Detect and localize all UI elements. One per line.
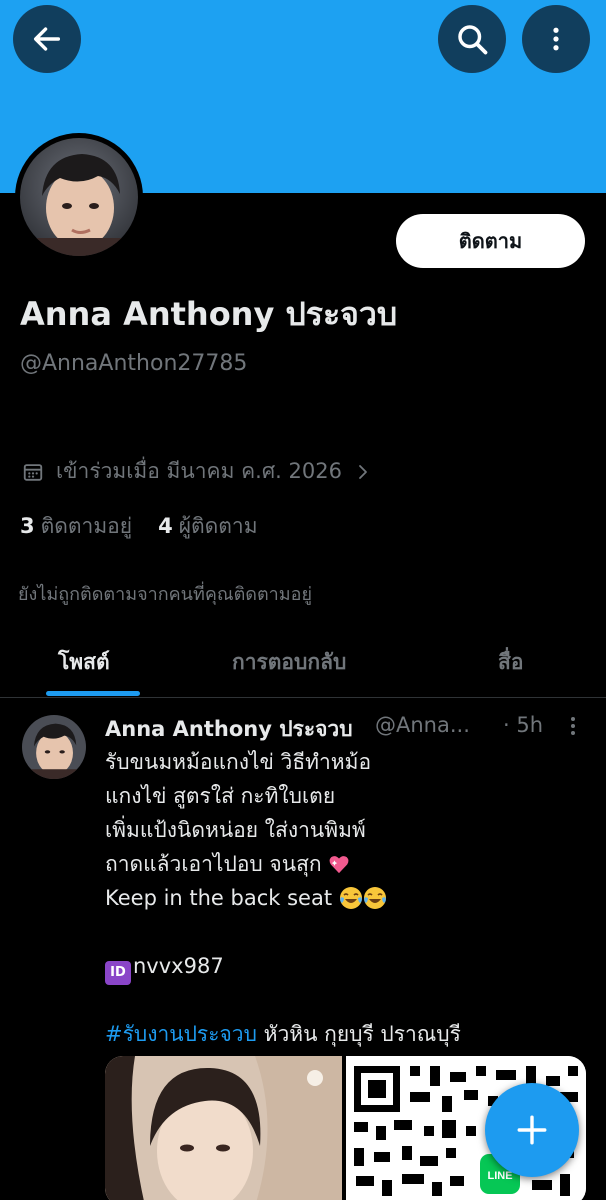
search-icon bbox=[458, 25, 488, 55]
followers-label: ผู้ติดตาม bbox=[178, 514, 258, 538]
line-logo-text: LINE bbox=[487, 1170, 512, 1182]
arrow-left-icon bbox=[33, 27, 61, 51]
photo-image bbox=[105, 1056, 342, 1200]
post-author-name[interactable]: Anna Anthony ประจวบ bbox=[105, 713, 353, 746]
more-vertical-icon bbox=[553, 27, 559, 51]
post-timestamp: · 5h bbox=[503, 713, 544, 737]
search-button[interactable] bbox=[438, 5, 506, 73]
followers-link[interactable]: 4 ผู้ติดตาม bbox=[158, 510, 257, 543]
post-text: รับขนมหม้อแกงไข่ วิธีทำหม้อ แกงไข่ สูตรใ… bbox=[105, 745, 575, 1051]
tab-posts[interactable]: โพสต์ bbox=[58, 646, 110, 679]
avatar-image bbox=[20, 138, 138, 256]
post-author-handle[interactable]: @Anna... bbox=[375, 713, 470, 737]
post-line: เพิ่มแป้งนิดหน่อย ใส่งานพิมพ์ bbox=[105, 818, 366, 842]
joined-date-text: เข้าร่วมเมื่อ มีนาคม ค.ศ. 2026 bbox=[56, 459, 342, 483]
post-line: ID nvvx987 bbox=[105, 949, 575, 985]
calendar-icon bbox=[23, 463, 43, 481]
sparkling-heart-icon bbox=[329, 856, 349, 874]
more-options-button[interactable] bbox=[522, 5, 590, 73]
tears-of-joy-icon bbox=[339, 887, 362, 909]
not-followed-note: ยังไม่ถูกติดตามจากคนที่คุณติดตามอยู่ bbox=[18, 584, 312, 605]
post-avatar[interactable] bbox=[22, 715, 86, 779]
plus-icon bbox=[517, 1115, 547, 1145]
following-label: ติดตามอยู่ bbox=[40, 514, 133, 538]
avatar-image bbox=[22, 715, 86, 779]
profile-tabs: โพสต์ การตอบกลับ สื่อ bbox=[0, 628, 606, 698]
post-line: รับขนมหม้อแกงไข่ วิธีทำหม้อ bbox=[105, 750, 372, 774]
hashtag-link[interactable]: #รับงานประจวบ bbox=[105, 1022, 257, 1046]
active-tab-indicator bbox=[46, 691, 140, 696]
post-line: Keep in the back seat bbox=[105, 881, 575, 915]
post-locations: หัวหิน กุยบุรี ปราณบุรี bbox=[256, 1022, 461, 1046]
profile-avatar[interactable] bbox=[15, 133, 143, 261]
follow-button[interactable]: ติดตาม bbox=[396, 214, 585, 268]
profile-handle: @AnnaAnthon27785 bbox=[20, 351, 248, 376]
post-header: Anna Anthony ประจวบ @Anna... · 5h bbox=[105, 713, 585, 743]
profile-display-name: Anna Anthony ประจวบ bbox=[20, 295, 398, 333]
compose-post-button[interactable] bbox=[485, 1083, 579, 1177]
following-link[interactable]: 3 ติดตามอยู่ bbox=[20, 510, 132, 543]
chevron-right-icon bbox=[359, 464, 367, 479]
more-vertical-icon[interactable] bbox=[565, 713, 581, 739]
media-photo[interactable] bbox=[105, 1056, 342, 1200]
post-line: #รับงานประจวบ หัวหิน กุยบุรี ปราณบุรี bbox=[105, 1017, 575, 1051]
tears-of-joy-icon bbox=[363, 887, 386, 909]
followers-count: 4 bbox=[158, 514, 173, 538]
back-button[interactable] bbox=[13, 5, 81, 73]
following-count: 3 bbox=[20, 514, 35, 538]
post-line-text: Keep in the back seat bbox=[105, 886, 333, 910]
post-line: แกงไข่ สูตรใส่ กะทิใบเตย bbox=[105, 784, 336, 808]
follow-stats: 3 ติดตามอยู่ 4 ผู้ติดตาม bbox=[20, 510, 258, 543]
tab-replies[interactable]: การตอบกลับ bbox=[232, 646, 346, 679]
post-id-text: nvvx987 bbox=[133, 954, 224, 978]
post-line: ถาดแล้วเอาไปอบ จนสุก bbox=[105, 847, 575, 881]
id-badge-icon: ID bbox=[105, 961, 131, 985]
post-line-text: ถาดแล้วเอาไปอบ จนสุก bbox=[105, 852, 322, 876]
joined-date-row[interactable]: เข้าร่วมเมื่อ มีนาคม ค.ศ. 2026 bbox=[22, 455, 372, 488]
tab-media[interactable]: สื่อ bbox=[498, 646, 523, 679]
